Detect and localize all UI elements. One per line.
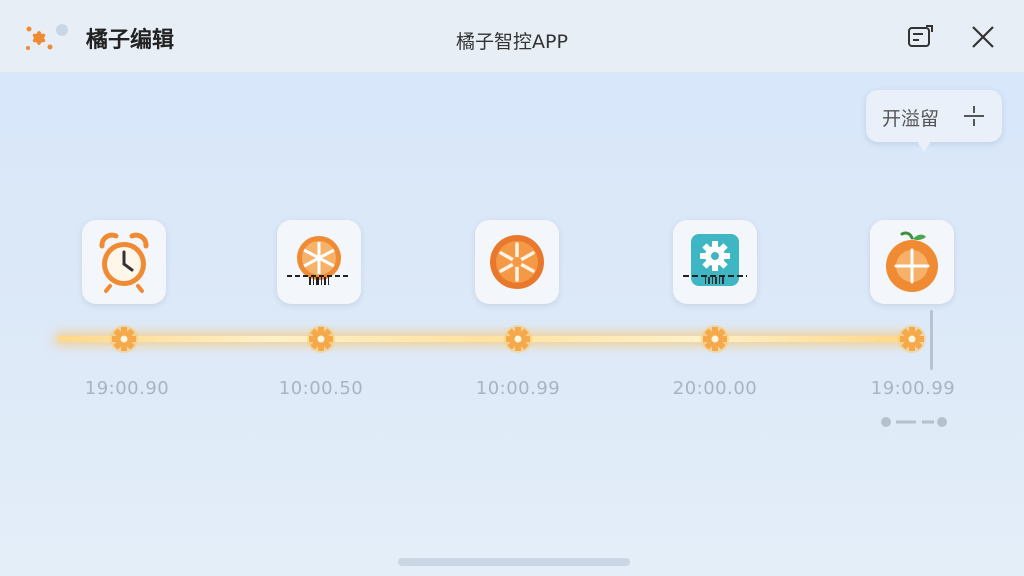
time-label-4: 20:00.00 — [672, 378, 758, 399]
timeline-end-marker — [930, 310, 933, 370]
gear-icon — [701, 325, 729, 353]
step-card-alarm[interactable] — [82, 220, 166, 304]
timeline — [58, 310, 933, 370]
home-indicator[interactable] — [398, 558, 630, 566]
gear-icon — [504, 325, 532, 353]
time-label-2: 10:00.50 — [278, 378, 364, 399]
step-card-orange-slice[interactable] — [475, 220, 559, 304]
time-label-5: 19:00.99 — [870, 378, 956, 399]
orange-slice-barcode-icon — [287, 236, 351, 285]
settings-gear-barcode-icon — [683, 234, 747, 286]
export-button[interactable] — [905, 22, 935, 52]
time-label-3: 10:00.99 — [475, 378, 561, 399]
window-title: 橘子智控APP — [456, 31, 568, 53]
timeline-node-3[interactable] — [501, 322, 535, 356]
timeline-track — [58, 336, 906, 342]
split-tooltip[interactable]: 开溢留 — [866, 90, 1002, 152]
split-icon — [964, 106, 984, 126]
timeline-node-1[interactable] — [107, 322, 141, 356]
close-button[interactable] — [968, 22, 998, 52]
gear-icon — [898, 325, 926, 353]
orange-fruit-icon — [886, 231, 938, 292]
orange-slice-icon — [490, 235, 544, 289]
close-icon — [972, 26, 994, 48]
alarm-clock-icon — [99, 232, 149, 293]
pager-indicator[interactable] — [880, 414, 950, 430]
step-card-settings[interactable] — [673, 220, 757, 304]
timeline-node-4[interactable] — [698, 322, 732, 356]
time-label-1: 19:00.90 — [84, 378, 170, 399]
export-icon — [908, 25, 933, 47]
tooltip-label: 开溢留 — [882, 108, 940, 130]
step-card-orange-fruit[interactable] — [870, 220, 954, 304]
title-bar: 橘子编辑 橘子智控APP — [0, 0, 1024, 73]
gear-icon — [307, 325, 335, 353]
gear-icon — [110, 325, 138, 353]
timeline-node-2[interactable] — [304, 322, 338, 356]
step-card-orange-barcode[interactable] — [277, 220, 361, 304]
timeline-node-5[interactable] — [895, 322, 929, 356]
